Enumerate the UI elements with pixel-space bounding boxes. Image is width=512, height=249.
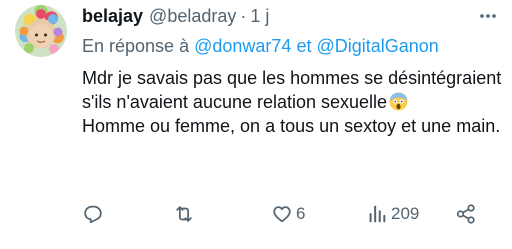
share-icon <box>456 204 475 224</box>
tweet-header: belajay @beladray · 1 j <box>82 3 269 29</box>
scream-emoji-icon <box>389 92 408 111</box>
more-button[interactable] <box>478 6 498 26</box>
avatar[interactable] <box>15 5 67 57</box>
tweet-text-paragraph-1: Mdr je savais pas que les hommes se dési… <box>82 66 502 114</box>
retweet-button[interactable] <box>173 201 198 227</box>
separator-dot: · <box>240 6 247 26</box>
author-name[interactable]: belajay <box>82 3 143 29</box>
retweet-icon <box>176 206 192 222</box>
like-count: 6 <box>296 204 306 223</box>
reply-icon <box>84 205 102 224</box>
views-icon <box>369 205 386 223</box>
avatar-image <box>19 9 63 54</box>
reply-conjunction: et <box>296 36 312 56</box>
reply-prefix: En réponse à <box>82 36 190 56</box>
views-button[interactable]: 209 <box>366 201 419 227</box>
reply-button[interactable] <box>82 201 107 227</box>
mention-link-donwar74[interactable]: @donwar74 <box>194 36 291 56</box>
view-count: 209 <box>391 204 420 223</box>
tweet-text-line-1: Mdr je savais pas que les hommes se dési… <box>82 68 502 112</box>
reply-context: En réponse à @donwar74 et @DigitalGanon <box>82 33 439 59</box>
tweet-text: Mdr je savais pas que les hommes se dési… <box>82 66 502 138</box>
mention-link-digitalganon[interactable]: @DigitalGanon <box>316 36 438 56</box>
heart-icon <box>273 206 291 223</box>
tweet-time[interactable]: 1 j <box>250 3 269 29</box>
tweet-card[interactable]: belajay @beladray · 1 j En réponse à @do… <box>0 0 512 249</box>
action-bar: 6 209 <box>78 201 498 227</box>
more-icon <box>480 14 496 18</box>
tweet-text-paragraph-2: Homme ou femme, on a tous un sextoy et u… <box>82 116 501 136</box>
like-button[interactable]: 6 <box>271 201 305 227</box>
author-handle[interactable]: @beladray <box>149 3 236 29</box>
share-button[interactable] <box>455 201 477 227</box>
